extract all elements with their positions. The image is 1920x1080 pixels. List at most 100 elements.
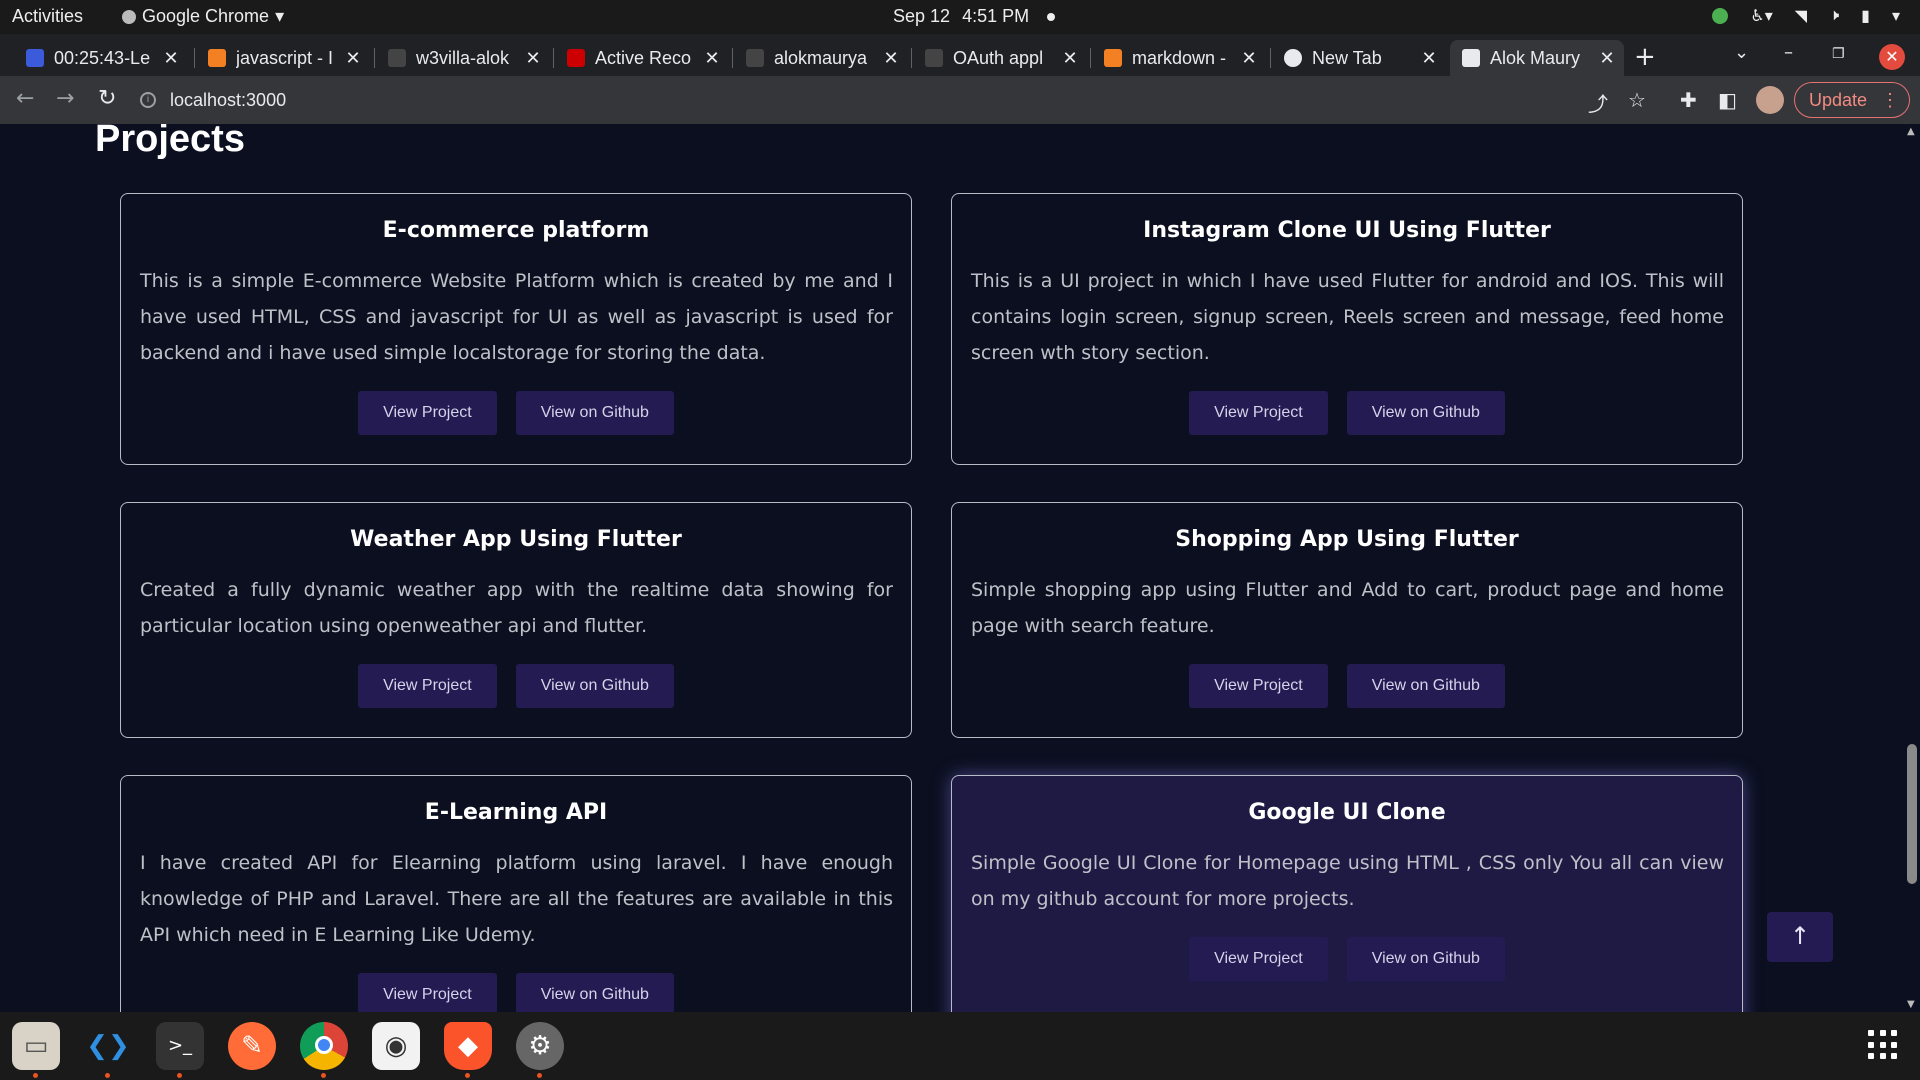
volume-icon: 🕨 [1829,7,1840,24]
tab-favicon-icon [388,49,406,67]
forward-arrow-icon[interactable]: → [56,86,74,111]
app-menu[interactable]: Google Chrome ▾ [122,6,284,27]
view-on-github-button[interactable]: View on Github [515,973,674,1012]
clock[interactable]: Sep 12 4:51 PM [893,6,1056,27]
project-title: Instagram Clone UI Using Flutter [1143,218,1551,243]
view-project-button[interactable]: View Project [358,391,497,435]
system-top-bar: Activities Google Chrome ▾ Sep 12 4:51 P… [0,0,1920,34]
scroll-to-top-button[interactable]: ↑ [1767,912,1833,962]
tab-8-active[interactable]: Alok Maury ✕ [1450,40,1624,76]
view-project-button[interactable]: View Project [1189,391,1328,435]
vscode-icon[interactable]: ❮❯ [84,1022,132,1078]
files-icon[interactable]: ▭ [12,1022,60,1078]
tab-title: Active Reco [595,47,692,68]
tab-title: javascript - I [236,47,334,68]
project-title: E-commerce platform [382,218,650,243]
tab-1[interactable]: javascript - I ✕ [196,40,370,76]
project-description: I have created API for Elearning platfor… [140,852,893,946]
view-project-button[interactable]: View Project [1189,937,1328,981]
scroll-up-arrow-icon[interactable]: ▲ [1907,126,1915,137]
tab-favicon-icon [1462,49,1480,67]
view-on-github-button[interactable]: View on Github [515,664,674,708]
scroll-down-arrow-icon[interactable]: ▼ [1907,999,1915,1010]
view-project-button[interactable]: View Project [358,973,497,1012]
tab-close-icon[interactable]: ✕ [1418,48,1440,69]
restore-icon[interactable]: ❐ [1832,46,1845,62]
accessibility-icon: ♿︎▾ [1750,8,1773,25]
tab-close-icon[interactable]: ✕ [1059,48,1081,69]
arrow-up-icon: ↑ [1789,922,1811,950]
tab-strip: 00:25:43-Le ✕ javascript - I ✕ w3villa-a… [0,34,1920,76]
project-card: E-commerce platform This is a simple E-c… [120,193,912,465]
tab-7[interactable]: New Tab ✕ [1272,40,1446,76]
app-menu-label: Google Chrome [142,6,270,26]
tab-close-icon[interactable]: ✕ [1238,48,1260,69]
clock-time: 4:51 PM [962,6,1030,26]
site-info-icon[interactable]: i [140,92,156,108]
chrome-center-icon [315,1036,333,1054]
chrome-small-icon [122,9,136,24]
project-title: Weather App Using Flutter [350,527,682,552]
tab-close-icon[interactable]: ✕ [160,48,182,69]
tab-0[interactable]: 00:25:43-Le ✕ [14,40,188,76]
section-title: Projects [95,124,245,160]
new-tab-button[interactable]: + [1634,42,1656,72]
terminal-icon[interactable]: >_ [156,1022,204,1078]
project-card-hovered: Google UI Clone Simple Google UI Clone f… [951,775,1743,1012]
tab-favicon-icon [26,49,44,67]
back-arrow-icon[interactable]: ← [16,86,34,111]
tab-title: markdown - [1132,47,1227,68]
kebab-menu-icon: ⋮ [1881,90,1899,110]
update-label: Update [1809,90,1868,110]
view-project-button[interactable]: View Project [358,664,497,708]
page-scrollbar[interactable]: ▲ ▼ [1904,124,1920,1012]
tab-favicon-icon [1284,49,1302,67]
postman-icon[interactable]: ✎ [228,1022,276,1070]
tab-close-icon[interactable]: ✕ [880,48,902,69]
tab-title: New Tab [1312,47,1382,68]
scrollbar-thumb[interactable] [1907,744,1917,884]
mongodb-compass-icon[interactable]: ◉ [372,1022,420,1070]
tab-close-icon[interactable]: ✕ [342,48,364,69]
window-close-icon[interactable]: ✕ [1879,44,1905,70]
tab-title: w3villa-alok [416,47,510,68]
view-on-github-button[interactable]: View on Github [515,391,674,435]
tab-5[interactable]: OAuth appl ✕ [913,40,1087,76]
tab-close-icon[interactable]: ✕ [1596,48,1618,69]
tab-3[interactable]: Active Reco ✕ [555,40,729,76]
update-button[interactable]: Update ⋮ [1794,82,1910,118]
profile-avatar[interactable] [1756,86,1784,114]
minimize-icon[interactable]: – [1784,42,1793,63]
view-on-github-button[interactable]: View on Github [1346,937,1505,981]
show-applications-icon[interactable] [1868,1030,1898,1060]
view-project-button[interactable]: View Project [1189,664,1328,708]
address-bar[interactable]: i localhost:3000 [140,84,1640,116]
system-tray[interactable]: ♿︎▾ ◥ 🕨 ▮ ▾ [1712,6,1900,26]
tab-4[interactable]: alokmaurya ✕ [734,40,908,76]
tab-favicon-icon [208,49,226,67]
battery-icon: ▮ [1861,8,1870,25]
clock-date: Sep 12 [893,6,951,26]
page-viewport: Projects E-commerce platform This is a s… [0,124,1904,1012]
activities-button[interactable]: Activities [12,6,83,27]
bookmark-star-icon[interactable]: ☆ [1628,88,1646,112]
project-description: This is a UI project in which I have use… [971,270,1724,364]
side-panel-icon[interactable]: ◧ [1718,88,1737,112]
share-icon[interactable]: ⤴ [1588,88,1608,117]
view-on-github-button[interactable]: View on Github [1346,391,1505,435]
settings-icon[interactable]: ⚙ [516,1022,564,1078]
tab-search-chevron-icon[interactable]: ⌄ [1734,42,1749,63]
reload-icon[interactable]: ↻ [98,86,116,111]
tab-2[interactable]: w3villa-alok ✕ [376,40,550,76]
update-shield-icon [1712,8,1729,24]
brave-icon[interactable]: ◆ [444,1022,492,1078]
tab-close-icon[interactable]: ✕ [522,48,544,69]
browser-toolbar: ← → ↻ i localhost:3000 ⤴ ☆ ✚ ◧ Update ⋮ [0,76,1920,124]
tab-close-icon[interactable]: ✕ [701,48,723,69]
dock: ▭ ❮❯ >_ ✎ ◉ ◆ ⚙ [0,1012,1920,1080]
chrome-icon[interactable] [300,1022,348,1078]
extensions-puzzle-icon[interactable]: ✚ [1680,88,1697,112]
view-on-github-button[interactable]: View on Github [1346,664,1505,708]
tab-title: alokmaurya [774,47,868,68]
tab-6[interactable]: markdown - ✕ [1092,40,1266,76]
